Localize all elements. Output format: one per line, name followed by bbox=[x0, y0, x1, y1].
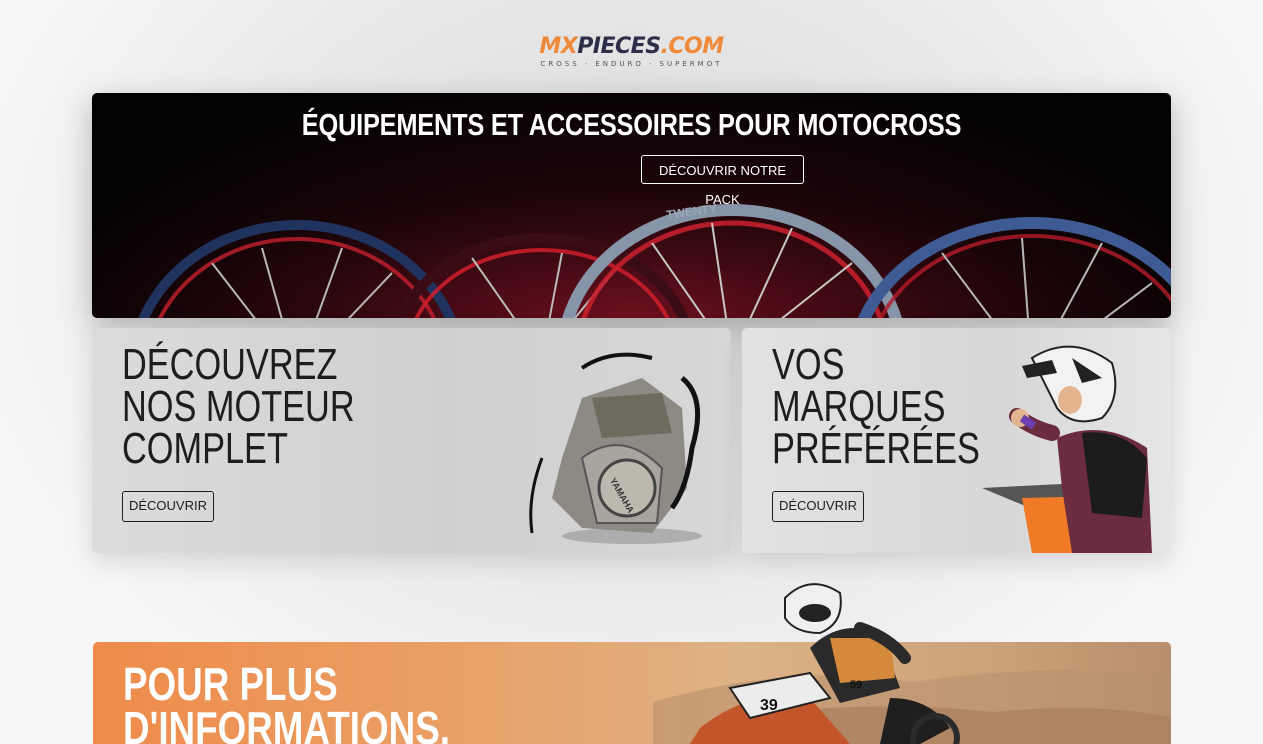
logo-mx: MX bbox=[539, 34, 578, 59]
logo-wordmark: MXPIECES.COM bbox=[0, 36, 1263, 58]
brands-title-line-1: VOS bbox=[772, 340, 845, 389]
brands-title-line-3: PRÉFÉRÉES bbox=[772, 424, 980, 473]
brands-card-title: VOS MARQUES PRÉFÉRÉES bbox=[772, 340, 980, 473]
logo-tagline: CROSS · ENDURO · SUPERMOT bbox=[540, 60, 723, 68]
rider-portrait-image bbox=[982, 345, 1152, 553]
brands-promo-card[interactable]: VOS MARQUES PRÉFÉRÉES DÉCOUVRIR bbox=[742, 328, 1171, 553]
info-banner[interactable]: POUR PLUS D'INFORMATIONS, bbox=[93, 642, 1171, 744]
engine-title-line-1: DÉCOUVREZ bbox=[122, 340, 338, 389]
motocross-rider-image: 39 59 bbox=[690, 583, 960, 744]
discover-pack-button[interactable]: DÉCOUVRIR NOTRE PACK bbox=[641, 155, 804, 207]
engine-title-line-2: NOS MOTEUR bbox=[122, 382, 355, 431]
rider-jersey-number: 59 bbox=[850, 679, 862, 691]
info-title-line-1: POUR PLUS bbox=[123, 658, 338, 710]
site-logo[interactable]: MXPIECES.COM CROSS · ENDURO · SUPERMOT bbox=[0, 36, 1263, 69]
discover-engines-button[interactable]: DÉCOUVRIR bbox=[122, 491, 214, 522]
engine-image: YAMAHA bbox=[529, 352, 702, 544]
logo-com: .COM bbox=[660, 34, 725, 59]
engine-promo-card[interactable]: DÉCOUVREZ NOS MOTEUR COMPLET DÉCOUVRIR Y… bbox=[92, 328, 731, 553]
discover-brands-button[interactable]: DÉCOUVRIR bbox=[772, 491, 864, 522]
info-title: POUR PLUS D'INFORMATIONS, bbox=[123, 658, 450, 744]
brands-title-line-2: MARQUES bbox=[772, 382, 946, 431]
hero-banner[interactable]: TWENTY ÉQUIPEMENTS ET ACCESSOIRES POUR M… bbox=[92, 93, 1171, 318]
info-title-line-2: D'INFORMATIONS, bbox=[123, 702, 450, 744]
hero-title: ÉQUIPEMENTS ET ACCESSOIRES POUR MOTOCROS… bbox=[301, 107, 962, 142]
engine-title-line-3: COMPLET bbox=[122, 424, 288, 473]
rider-plate-number: 39 bbox=[760, 697, 778, 714]
logo-pieces: PIECES bbox=[577, 34, 661, 59]
engine-card-title: DÉCOUVREZ NOS MOTEUR COMPLET bbox=[122, 340, 355, 473]
page: MXPIECES.COM CROSS · ENDURO · SUPERMOT T… bbox=[0, 0, 1263, 744]
